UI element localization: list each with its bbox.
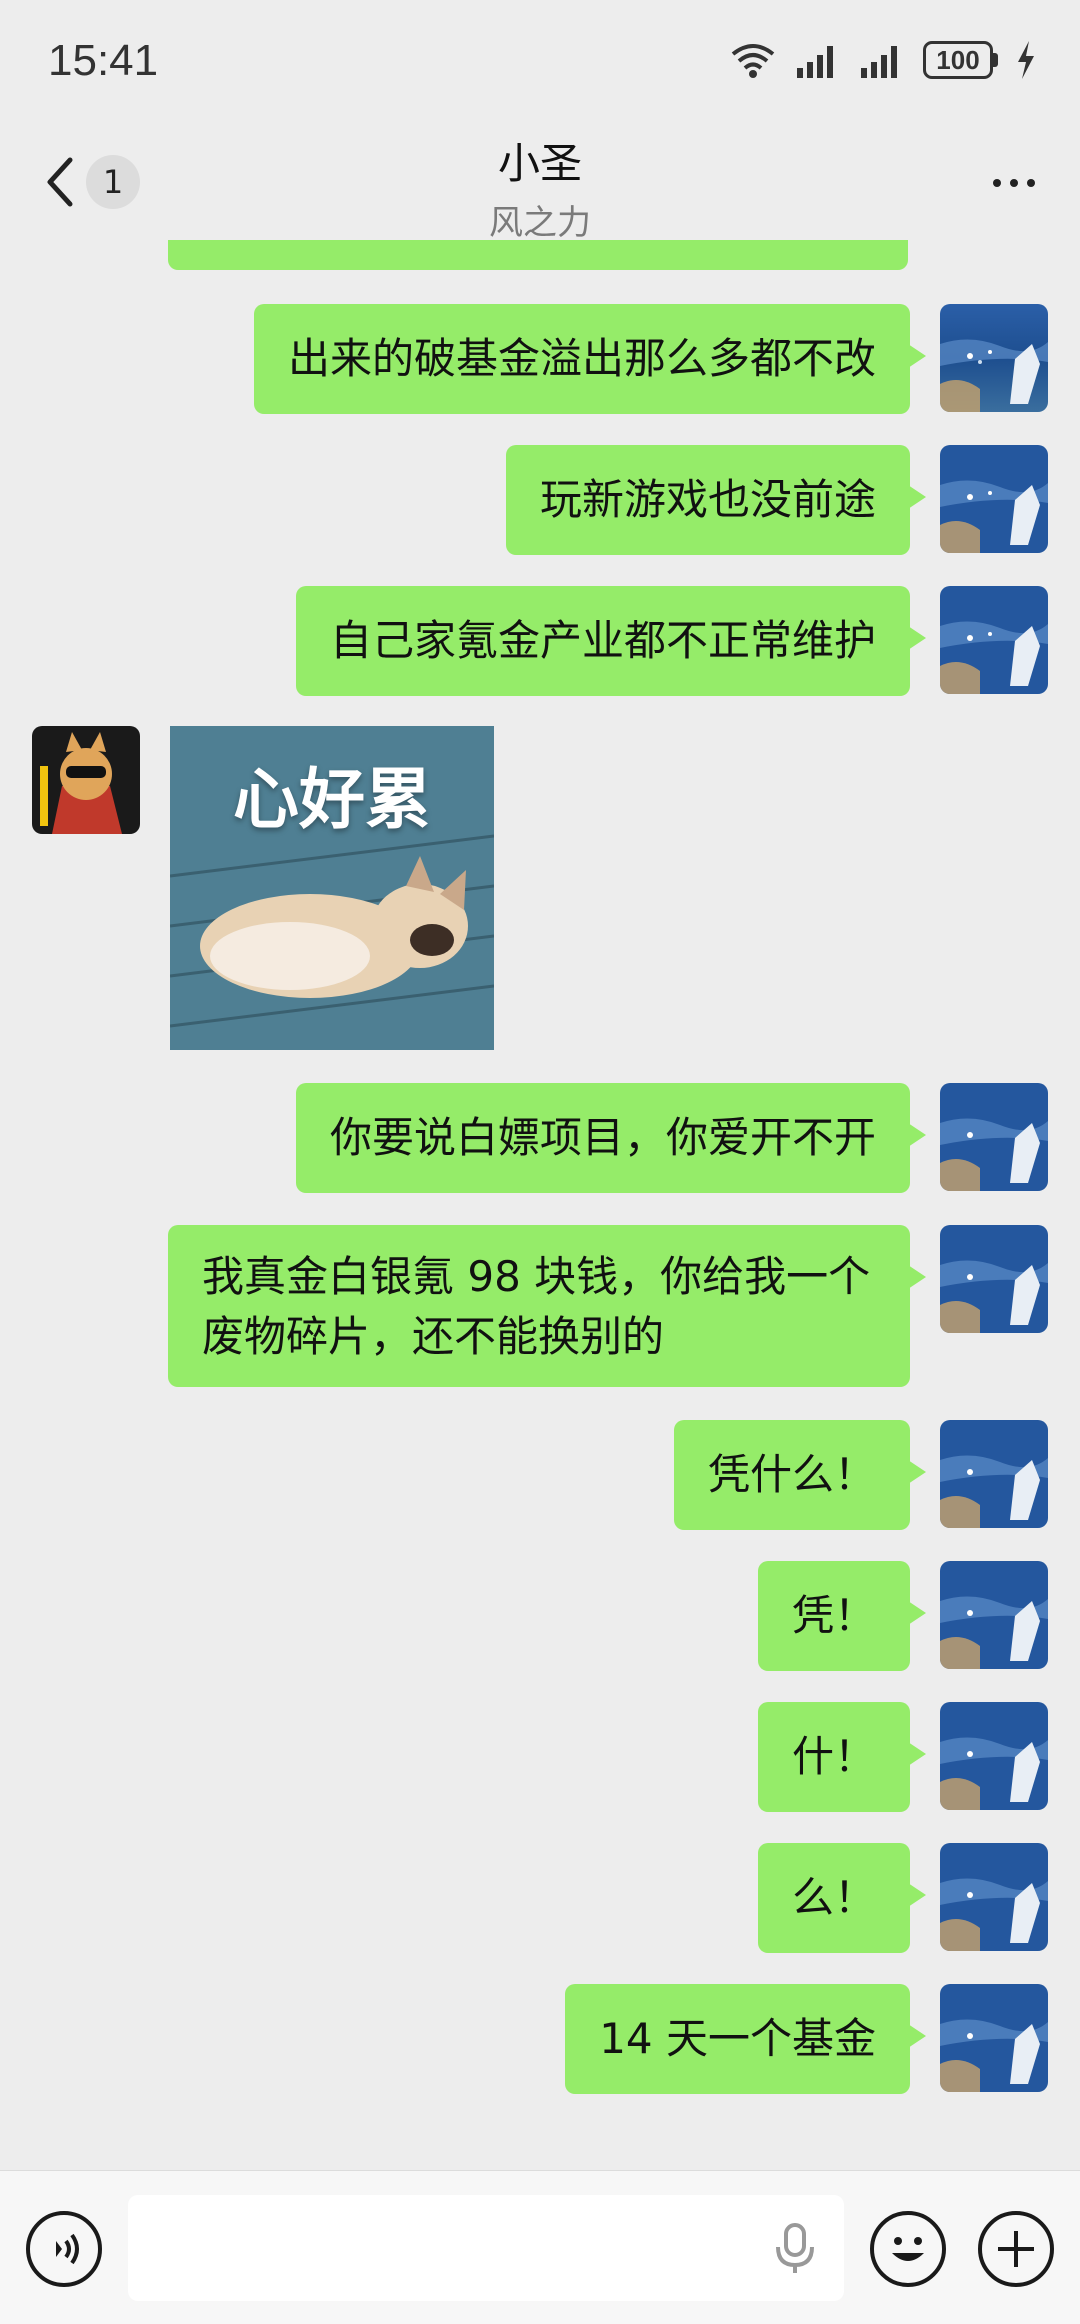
chat-header: 1 小圣 风之力 [0, 130, 1080, 243]
status-bar: 15:41 100 [0, 0, 1080, 130]
chat-subtitle: 风之力 [489, 203, 591, 243]
wifi-icon [731, 44, 775, 78]
message-bubble[interactable]: 什！ [757, 1702, 927, 1812]
message-bubble[interactable]: 凭什么！ [673, 1420, 927, 1530]
battery-level: 100 [923, 41, 993, 79]
message-bubble[interactable]: 自己家氪金产业都不正常维护 [295, 586, 927, 696]
self-avatar[interactable] [940, 1984, 1048, 2092]
self-avatar[interactable] [940, 445, 1048, 553]
charging-icon [1018, 41, 1034, 79]
message-bubble[interactable]: 14 天一个基金 [565, 1984, 926, 2094]
message-bubble[interactable]: 我真金白银氪 98 块钱，你给我一个废物碎片，还不能换别的 [168, 1225, 926, 1387]
self-avatar[interactable] [940, 1225, 1048, 1333]
self-avatar[interactable] [940, 1420, 1048, 1528]
emoji-icon[interactable] [870, 2211, 946, 2287]
sticker-image[interactable]: 心好累 [170, 726, 494, 1050]
signal-icon [861, 46, 897, 78]
more-icon[interactable] [984, 168, 1044, 198]
plus-icon[interactable] [978, 2211, 1054, 2287]
voice-icon[interactable] [26, 2211, 102, 2287]
title-block: 小圣 风之力 [0, 130, 1080, 244]
self-avatar[interactable] [940, 1843, 1048, 1951]
message-bubble[interactable]: 你要说白嫖项目，你爱开不开 [295, 1083, 927, 1193]
message-bubble[interactable]: 出来的破基金溢出那么多都不改 [253, 304, 927, 414]
message-input[interactable] [128, 2195, 844, 2301]
self-avatar[interactable] [940, 1561, 1048, 1669]
status-icons: 100 [729, 40, 1036, 80]
input-bar [0, 2170, 1080, 2324]
self-avatar[interactable] [940, 304, 1048, 412]
self-avatar[interactable] [940, 1702, 1048, 1810]
battery-icon: 100 [923, 41, 998, 79]
chat-title: 小圣 [497, 139, 582, 188]
microphone-icon[interactable] [772, 2223, 818, 2275]
message-bubble[interactable]: 么！ [757, 1843, 927, 1953]
self-avatar[interactable] [940, 586, 1048, 694]
self-avatar[interactable] [940, 1083, 1048, 1191]
message-bubble[interactable]: 凭！ [757, 1561, 927, 1671]
status-time: 15:41 [48, 36, 159, 85]
signal-icon [797, 46, 833, 78]
peer-avatar[interactable] [32, 726, 140, 834]
message-bubble-partial [168, 240, 908, 270]
message-list[interactable]: 出来的破基金溢出那么多都不改 玩新游戏也没前途 自己家氪金产业都不正常维护 心好… [0, 240, 1080, 2170]
sticker-caption: 心好累 [233, 761, 431, 838]
message-bubble[interactable]: 玩新游戏也没前途 [505, 445, 927, 555]
